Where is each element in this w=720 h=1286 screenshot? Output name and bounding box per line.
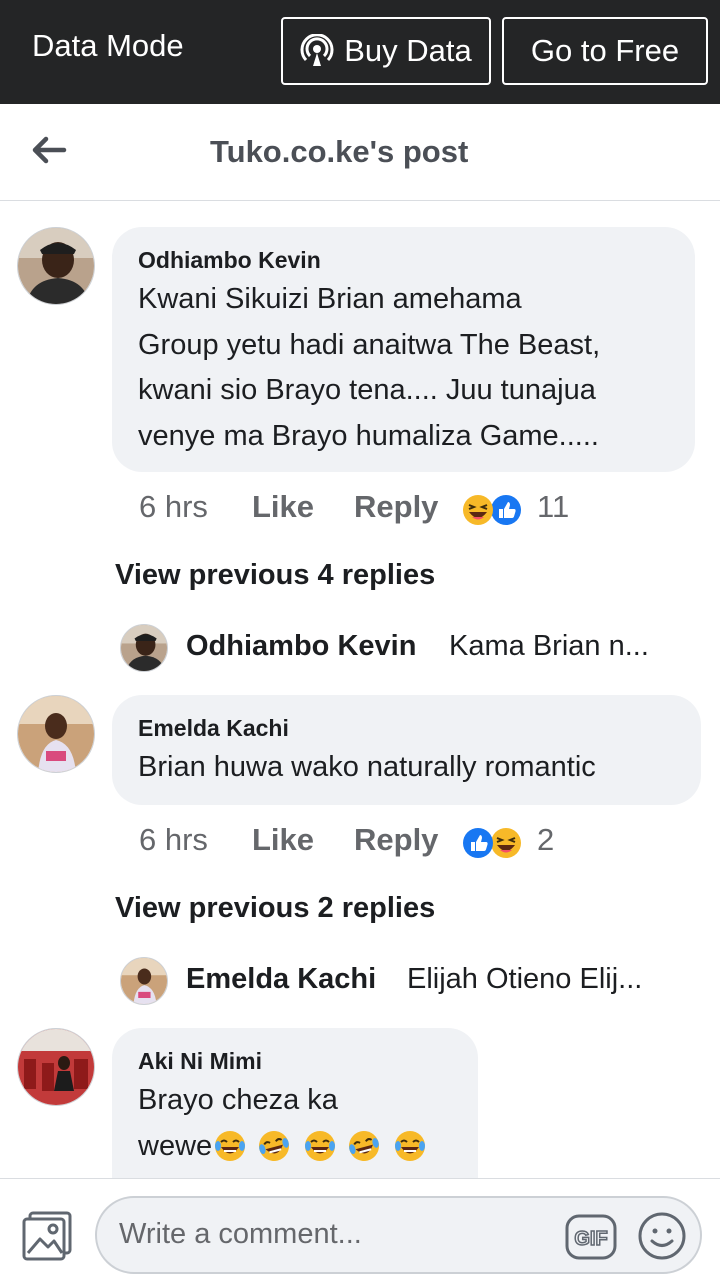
broadcast-icon	[300, 34, 334, 66]
emoji-icon[interactable]	[637, 1211, 687, 1261]
profile-photo-icon	[121, 625, 167, 671]
reactions-icon[interactable]	[462, 826, 522, 860]
comment-line: Brayo cheza ka	[138, 1084, 338, 1116]
profile-photo-icon	[18, 1029, 94, 1105]
profile-photo-icon	[18, 696, 94, 772]
gif-label: GIF	[574, 1228, 607, 1250]
comment-placeholder: Write a comment...	[119, 1218, 362, 1250]
reply-author[interactable]: Odhiambo Kevin	[186, 630, 416, 663]
go-to-free-button[interactable]: Go to Free	[502, 17, 708, 85]
comment-line: Kwani Sikuizi Brian amehama	[138, 283, 522, 315]
reaction-count[interactable]: 11	[537, 489, 569, 525]
reply-button[interactable]: Reply	[354, 489, 438, 525]
data-mode-title: Data Mode	[32, 28, 184, 63]
like-button[interactable]: Like	[252, 489, 314, 525]
comment-bubble[interactable]: Aki Ni Mimi Brayo cheza ka wewe	[112, 1028, 478, 1178]
comment-text: Brian huwa wako naturally romantic	[138, 745, 596, 791]
comment-line: kwani sio Brayo tena.... Juu tunajua	[138, 374, 596, 406]
view-previous-replies[interactable]: View previous 4 replies	[115, 559, 435, 592]
back-arrow-icon[interactable]	[28, 130, 68, 170]
comment-line: venye ma Brayo humaliza Game.....	[138, 419, 599, 452]
reply-author[interactable]: Emelda Kachi	[186, 963, 376, 996]
profile-photo-icon	[121, 958, 167, 1004]
buy-data-label: Buy Data	[344, 33, 472, 68]
comment-line: Group yetu hadi anaitwa The Beast,	[138, 328, 601, 361]
avatar[interactable]	[17, 227, 95, 305]
comment-composer: Write a comment... GIF	[0, 1178, 720, 1286]
reply-preview[interactable]: Odhiambo Kevin Kama Brian n...	[120, 624, 680, 672]
comment-author[interactable]: Emelda Kachi	[138, 715, 289, 742]
avatar[interactable]	[120, 957, 168, 1005]
comment-bubble[interactable]: Emelda Kachi Brian huwa wako naturally r…	[112, 695, 701, 805]
like-button[interactable]: Like	[252, 822, 314, 858]
reply-text: Elijah Otieno Elij...	[407, 963, 643, 995]
avatar[interactable]	[17, 1028, 95, 1106]
view-previous-replies[interactable]: View previous 2 replies	[115, 892, 435, 925]
page-title: Tuko.co.ke's post	[210, 134, 469, 169]
comment-author[interactable]: Odhiambo Kevin	[138, 247, 321, 274]
comment-input[interactable]: Write a comment... GIF	[95, 1196, 702, 1274]
comment-text: Brayo cheza ka wewe	[138, 1078, 432, 1169]
reply-button[interactable]: Reply	[354, 822, 438, 858]
buy-data-button[interactable]: Buy Data	[281, 17, 491, 85]
reply-text: Kama Brian n...	[449, 630, 649, 662]
laughing-emoji-icon	[214, 1126, 427, 1166]
profile-photo-icon	[18, 228, 94, 304]
comment-text: Kwani Sikuizi Brian amehama Group yetu h…	[138, 277, 600, 459]
gif-icon[interactable]: GIF	[565, 1214, 617, 1260]
comment-author[interactable]: Aki Ni Mimi	[138, 1048, 262, 1075]
data-mode-bar: Data Mode Buy Data Go to Free	[0, 0, 720, 104]
comment-line-with-emoji: wewe	[138, 1124, 432, 1170]
go-to-free-label: Go to Free	[530, 33, 680, 68]
photo-icon[interactable]	[20, 1209, 74, 1263]
comment-bubble[interactable]: Odhiambo Kevin Kwani Sikuizi Brian ameha…	[112, 227, 695, 472]
comment-line: wewe	[138, 1129, 213, 1162]
comment-time: 6 hrs	[139, 489, 208, 524]
avatar[interactable]	[17, 695, 95, 773]
comment-line: Brian huwa wako naturally romantic	[138, 751, 596, 783]
comment-time: 6 hrs	[139, 822, 208, 857]
avatar[interactable]	[120, 624, 168, 672]
reaction-count[interactable]: 2	[537, 822, 554, 858]
post-header: Tuko.co.ke's post	[0, 104, 720, 201]
reactions-icon[interactable]	[462, 493, 522, 527]
reply-preview[interactable]: Emelda Kachi Elijah Otieno Elij...	[120, 957, 680, 1005]
